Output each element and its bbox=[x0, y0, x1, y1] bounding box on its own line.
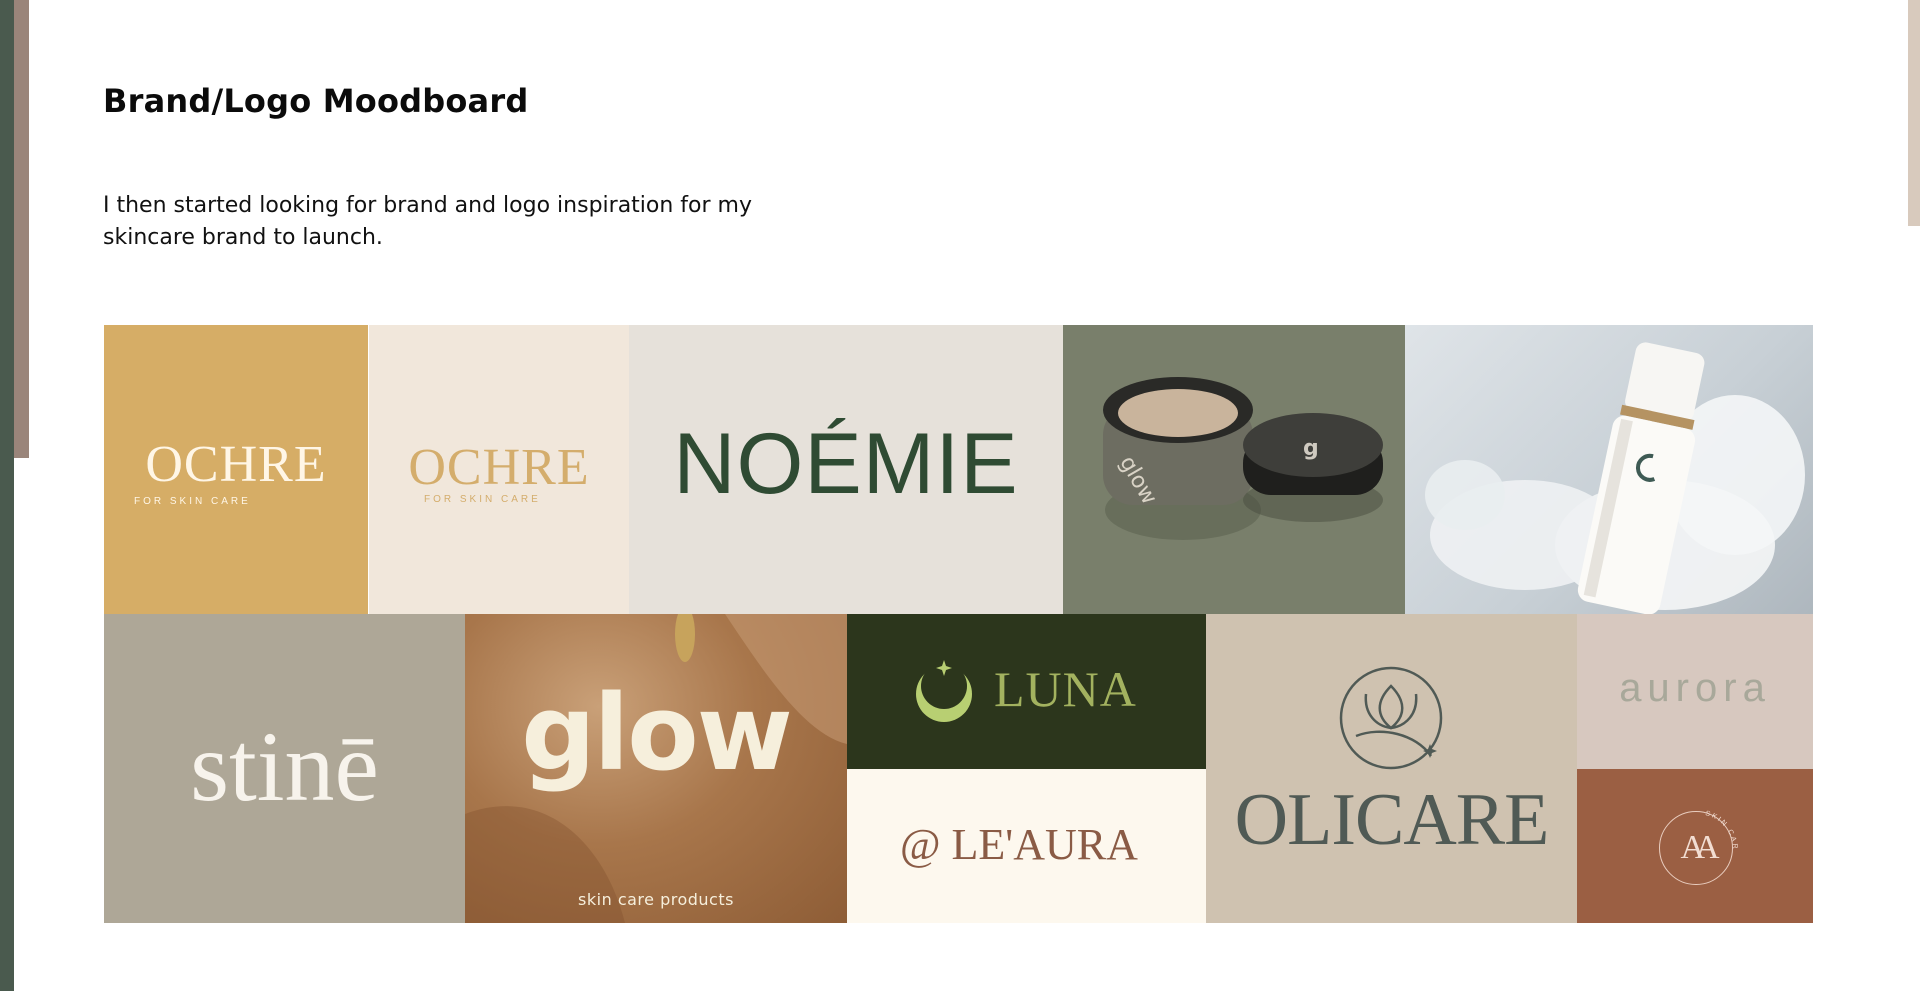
moodboard-grid: OCHRE FOR SKIN CARE OCHRE FOR SKIN CARE … bbox=[104, 325, 1813, 923]
tile-aurora: aurora bbox=[1577, 614, 1813, 769]
tile-stine: stinē bbox=[104, 614, 465, 923]
intro-paragraph: I then started looking for brand and log… bbox=[103, 193, 752, 250]
lotus-circle-icon bbox=[1339, 666, 1443, 770]
crescent-moon-icon bbox=[916, 660, 972, 722]
tile-aa-monogram: AA SKIN CARE bbox=[1577, 769, 1813, 923]
glow-wordmark: glow bbox=[521, 672, 793, 794]
tile-luna: LUNA bbox=[847, 614, 1206, 769]
scrollbar-thumb[interactable] bbox=[1908, 0, 1920, 226]
aurora-wordmark: aurora bbox=[1619, 666, 1771, 710]
glow-tagline: skin care products bbox=[578, 890, 734, 909]
left-accent-strip bbox=[14, 0, 29, 458]
tile-noemie: NOÉMIE bbox=[629, 325, 1063, 614]
svg-text:g: g bbox=[1303, 436, 1319, 461]
luna-wordmark: LUNA bbox=[994, 661, 1137, 717]
page-title: Brand/Logo Moodboard bbox=[103, 82, 529, 120]
olicare-wordmark: OLICARE bbox=[1234, 779, 1550, 861]
ochre-tagline: FOR SKIN CARE bbox=[424, 494, 541, 505]
tile-leaura: @ LE'AURA bbox=[847, 769, 1206, 923]
monogram-arc-text: SKIN CARE bbox=[1577, 769, 1738, 851]
tile-glow-photo: glow skin care products bbox=[465, 614, 847, 923]
svg-text:SKIN CARE: SKIN CARE bbox=[1577, 769, 1738, 851]
monogram-tagline: SKIN CARE bbox=[1577, 769, 1736, 851]
tile-glow-jars: glow g bbox=[1063, 325, 1405, 614]
ochre-tagline: FOR SKIN CARE bbox=[134, 496, 251, 507]
tile-ochre-cream: OCHRE FOR SKIN CARE bbox=[369, 325, 629, 614]
left-edge-strip bbox=[0, 0, 14, 991]
noemie-wordmark: NOÉMIE bbox=[673, 416, 1019, 512]
glow-jars-image: glow g bbox=[1103, 377, 1383, 540]
ochre-wordmark: OCHRE bbox=[145, 436, 327, 493]
tile-bottle-foam bbox=[1405, 325, 1813, 614]
tile-olicare: OLICARE bbox=[1206, 614, 1577, 923]
bottle-foam-image bbox=[1425, 342, 1805, 614]
tile-ochre-gold: OCHRE FOR SKIN CARE bbox=[104, 325, 368, 614]
ochre-wordmark: OCHRE bbox=[408, 439, 590, 496]
stine-wordmark: stinē bbox=[190, 711, 379, 822]
leaura-wordmark: @ LE'AURA bbox=[900, 820, 1138, 869]
